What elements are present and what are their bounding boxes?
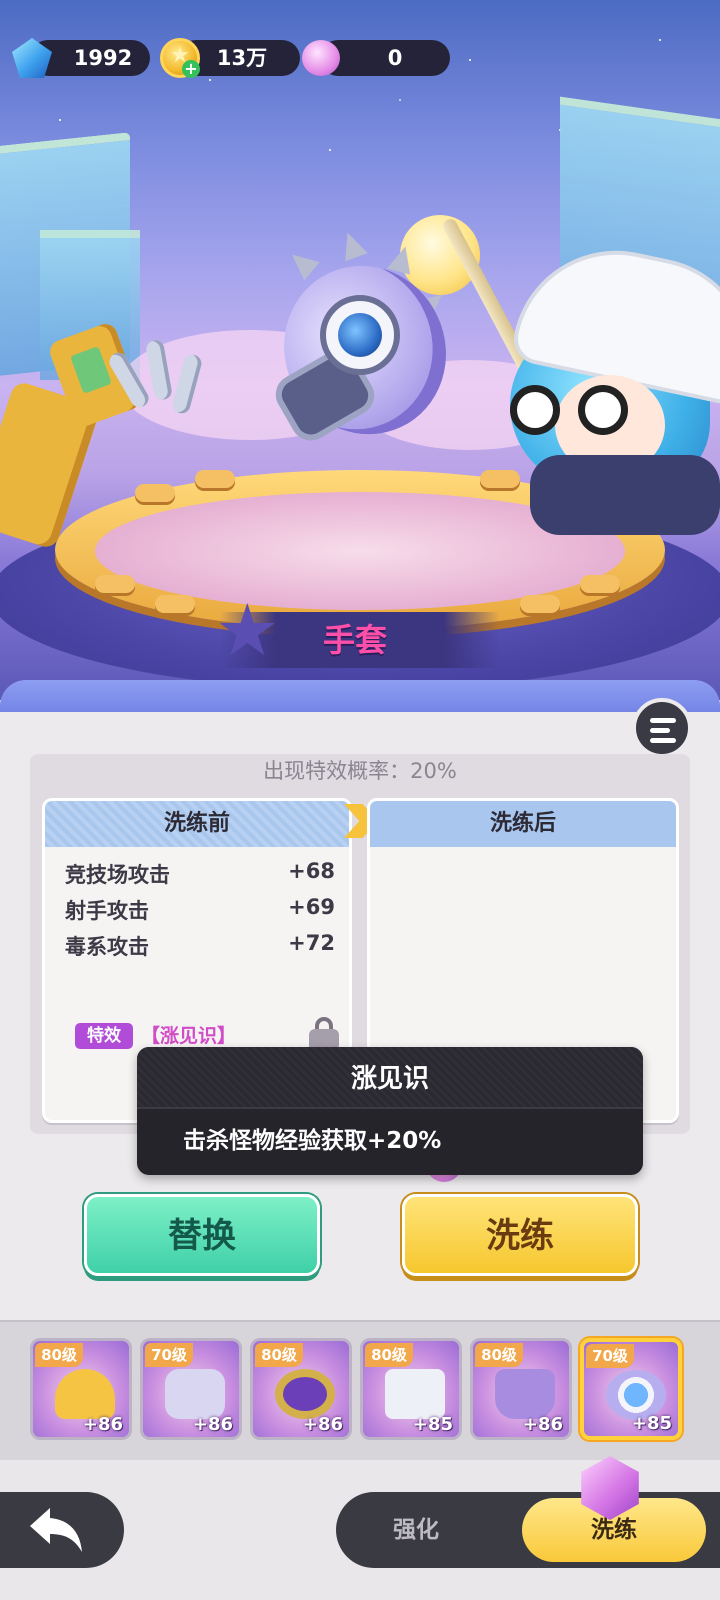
ring-stud [520, 595, 560, 613]
boots-icon [495, 1369, 555, 1419]
add-coin-icon[interactable]: + [182, 60, 200, 78]
npc-character [500, 231, 720, 535]
stat-row: 竞技场攻击 +68 [65, 859, 335, 893]
stat-name: 竞技场攻击 [65, 863, 170, 887]
armor-icon [165, 1369, 225, 1419]
tooltip-title: 涨见识 [137, 1047, 643, 1107]
slot-bonus: +85 [412, 1414, 453, 1435]
item-title: 手套 [322, 621, 387, 659]
slot-bonus: +86 [192, 1414, 233, 1435]
equipment-slot-pants[interactable]: 80级 +85 [360, 1338, 462, 1440]
refine-stone-icon [302, 40, 340, 76]
slot-level: 80级 [255, 1343, 303, 1367]
gauntlet-icon [256, 228, 474, 461]
slot-bonus: +86 [82, 1414, 123, 1435]
coin-count: 13万 [216, 46, 268, 70]
ring-icon [275, 1369, 335, 1419]
back-button[interactable] [0, 1492, 124, 1568]
effect-probability: 出现特效概率：20% [263, 759, 457, 783]
slot-bonus: +86 [302, 1414, 343, 1435]
stat-value: +72 [288, 931, 335, 955]
back-arrow-icon [30, 1508, 82, 1552]
stat-name: 毒系攻击 [65, 935, 149, 959]
equipment-slot-ring[interactable]: 80级 +86 [250, 1338, 352, 1440]
slot-bonus: +85 [631, 1413, 672, 1434]
equipment-slot-boots[interactable]: 80级 +86 [470, 1338, 572, 1440]
stat-name: 射手攻击 [65, 899, 149, 923]
menu-button[interactable] [632, 698, 692, 758]
after-header: 洗练后 [370, 801, 676, 847]
star-icon: ★ [215, 588, 280, 672]
equipment-slot-gauntlet[interactable]: 70级 +85 [580, 1338, 682, 1440]
equipment-slot-helmet[interactable]: 80级 +86 [30, 1338, 132, 1440]
slot-level: 80级 [35, 1343, 83, 1367]
ring-stud [95, 575, 135, 593]
ring-stud [195, 470, 235, 488]
stat-row: 毒系攻击 +72 [65, 931, 335, 965]
gem-count: 1992 [73, 46, 133, 70]
replace-button[interactable]: 替换 [84, 1194, 320, 1276]
refine-button[interactable]: 洗练 [402, 1194, 638, 1276]
tooltip-description: 击杀怪物经验获取+20% [183, 1128, 442, 1154]
robot-arm [0, 320, 204, 551]
slot-level: 80级 [475, 1343, 523, 1367]
effect-badge: 特效 [75, 1023, 133, 1049]
lock-icon[interactable] [309, 1017, 339, 1051]
pants-icon [385, 1369, 445, 1419]
equipment-slot-armor[interactable]: 70级 +86 [140, 1338, 242, 1440]
stat-value: +69 [288, 895, 335, 919]
tab-strengthen[interactable]: 强化 [336, 1492, 496, 1568]
bottom-tabs: 强化 洗练 [336, 1492, 720, 1568]
slot-level: 80级 [365, 1343, 413, 1367]
ring-stud [580, 575, 620, 593]
forge-scene: ★ 手套 [0, 0, 720, 700]
slot-bonus: +86 [522, 1414, 563, 1435]
slot-level: 70级 [586, 1344, 634, 1368]
stat-value: +68 [288, 859, 335, 883]
stone-count: 0 [387, 46, 403, 70]
stat-row: 射手攻击 +69 [65, 895, 335, 929]
before-header: 洗练前 [45, 801, 349, 847]
ring-stud [155, 595, 195, 613]
helmet-icon [55, 1369, 115, 1419]
divider [137, 1107, 643, 1109]
effect-tooltip: 涨见识 击杀怪物经验获取+20% [137, 1047, 643, 1175]
slot-level: 70级 [145, 1343, 193, 1367]
